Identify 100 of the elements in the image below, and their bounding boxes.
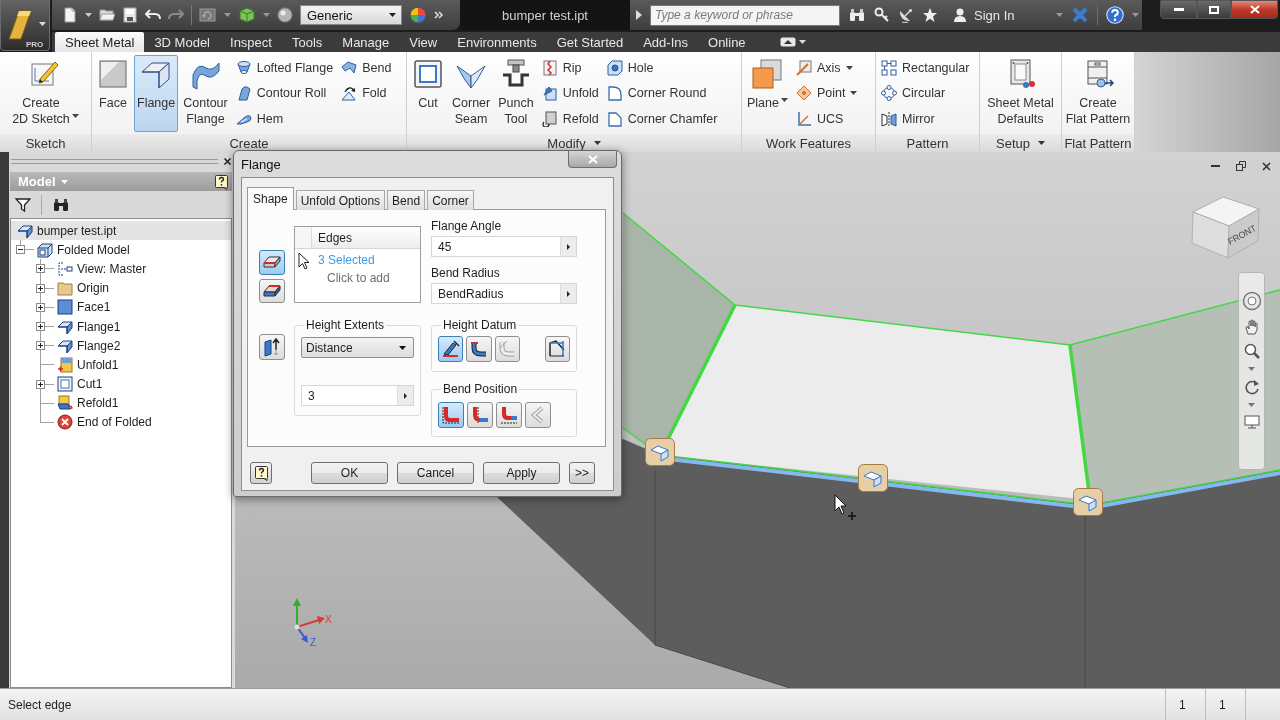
ribbon-button[interactable]: Face (94, 55, 132, 132)
ribbon-toggle-icon[interactable] (779, 37, 796, 47)
ribbon-button[interactable]: Sheet Metal Defaults (984, 55, 1057, 132)
expand-icon[interactable] (36, 341, 45, 351)
option-button[interactable] (466, 336, 492, 362)
ribbon-button[interactable]: Corner Chamfer (603, 106, 721, 132)
dialog-tab[interactable]: Shape (247, 187, 294, 210)
ribbon-button[interactable]: Axis (793, 55, 861, 81)
sign-in-button[interactable]: Sign In (952, 7, 1015, 23)
ribbon-tab[interactable]: Get Started (546, 32, 634, 52)
help-icon[interactable] (214, 173, 229, 190)
zoom-icon[interactable] (1243, 343, 1260, 359)
tree-item[interactable]: Origin (76, 280, 110, 297)
flip-direction-button[interactable] (259, 334, 285, 360)
ribbon-tab[interactable]: Tools (281, 32, 333, 52)
option-button[interactable] (438, 336, 464, 362)
ribbon-button[interactable]: Bend (338, 55, 395, 81)
circular-arrow-icon[interactable] (1243, 379, 1260, 395)
flyout-button[interactable] (397, 386, 413, 405)
ribbon-button[interactable]: Corner Seam (449, 55, 494, 132)
help-button[interactable] (250, 462, 272, 484)
star-icon[interactable] (922, 7, 938, 23)
option-button[interactable] (544, 336, 570, 362)
apply-button[interactable]: Apply (483, 462, 560, 484)
cube-icon[interactable] (238, 6, 256, 24)
edge-selector-button[interactable] (259, 250, 285, 275)
ribbon-tab[interactable]: Manage (332, 32, 400, 52)
height-extents-dropdown[interactable]: Distance (301, 337, 414, 358)
ribbon-tab[interactable]: Inspect (220, 32, 282, 52)
pan-hand-icon[interactable] (1243, 319, 1260, 335)
help-icon[interactable] (1106, 6, 1125, 24)
ribbon-button[interactable]: Hole (603, 55, 721, 81)
ribbon-button[interactable]: Cut (409, 55, 447, 132)
tree-item[interactable]: End of Folded (76, 414, 153, 431)
dialog-tab[interactable]: Corner (427, 190, 474, 210)
bent-plate-tile-icon[interactable] (1073, 488, 1103, 516)
double-chevron-icon[interactable] (434, 10, 444, 20)
expand-arrow-icon[interactable] (636, 10, 642, 20)
ribbon-button[interactable]: Hem (232, 106, 337, 132)
more-options-button[interactable]: >> (569, 462, 595, 484)
ribbon-button[interactable]: Contour Roll (232, 80, 337, 106)
ribbon-button[interactable]: Fold (338, 80, 395, 106)
edges-list[interactable]: Edges 3 Selected Click to add (294, 226, 421, 303)
tree-item[interactable]: View: Master (76, 260, 148, 277)
flyout-button[interactable] (560, 237, 576, 256)
expand-icon[interactable] (36, 322, 45, 332)
expand-icon[interactable] (36, 283, 45, 293)
expand-icon[interactable] (36, 379, 45, 389)
height-value-field[interactable]: 3 (301, 385, 414, 406)
tree-item[interactable]: Unfold1 (76, 356, 120, 373)
ribbon-button[interactable]: Rectangular (878, 55, 973, 81)
new-file-icon[interactable] (62, 7, 78, 23)
expand-icon[interactable] (36, 302, 45, 312)
expand-icon[interactable] (36, 264, 45, 274)
ribbon-button[interactable]: Create 2D Sketch (9, 55, 82, 132)
monitor-icon[interactable] (1243, 415, 1260, 429)
satellite-dish-icon[interactable] (898, 7, 914, 23)
sphere-icon[interactable] (277, 7, 293, 23)
close-icon[interactable] (224, 158, 231, 165)
close-button[interactable] (568, 151, 617, 168)
ribbon-tab[interactable]: Sheet Metal (55, 32, 145, 52)
ribbon-button[interactable]: Create Flat Pattern (1062, 55, 1134, 132)
binoculars-icon[interactable] (848, 7, 866, 23)
maximize-button[interactable] (1197, 0, 1231, 19)
filter-icon[interactable] (15, 196, 31, 213)
key-icon[interactable] (874, 7, 890, 23)
ribbon-button[interactable]: Refold (538, 106, 602, 132)
application-menu-button[interactable]: PRO (0, 0, 50, 51)
ribbon-button[interactable]: Lofted Flange (232, 55, 337, 81)
tree-item[interactable]: bumper test.ipt (36, 222, 118, 239)
ribbon-tab[interactable]: Add-Ins (633, 32, 698, 52)
tree-item[interactable]: Refold1 (76, 395, 120, 412)
ribbon-button[interactable]: Plane (744, 55, 791, 132)
ribbon-tab[interactable]: 3D Model (144, 32, 220, 52)
ribbon-button[interactable]: UCS (793, 106, 861, 132)
ribbon-tab[interactable]: Online (698, 32, 756, 52)
click-to-add-hint[interactable]: Click to add (327, 271, 390, 285)
flyout-button[interactable] (560, 284, 576, 303)
ribbon-button[interactable]: Circular (878, 80, 973, 106)
ribbon-button[interactable]: Mirror (878, 106, 973, 132)
tree-item[interactable]: Folded Model (56, 241, 131, 258)
search-field[interactable]: Type a keyword or phrase (650, 4, 840, 26)
ribbon-button[interactable]: Flange (134, 55, 179, 132)
bend-radius-field[interactable]: BendRadius (431, 283, 577, 304)
dialog-tab[interactable]: Bend (387, 190, 426, 210)
close-icon[interactable] (1262, 161, 1271, 171)
cancel-button[interactable]: Cancel (397, 462, 474, 484)
ribbon-tab[interactable]: View (399, 32, 448, 52)
tree-item[interactable]: Flange1 (76, 318, 122, 335)
edge-selector-button[interactable] (259, 278, 285, 303)
ring-icon[interactable] (1241, 291, 1262, 311)
bent-plate-tile-icon[interactable] (858, 464, 888, 492)
close-button[interactable] (1231, 0, 1278, 19)
collapse-icon[interactable] (16, 245, 25, 255)
ribbon-button[interactable]: Contour Flange (180, 55, 231, 132)
minimize-button[interactable] (1160, 0, 1197, 19)
ribbon-button[interactable]: Rip (538, 55, 602, 81)
ribbon-button[interactable]: Point (793, 80, 861, 106)
binoculars-icon[interactable] (52, 196, 70, 213)
ribbon-tab[interactable]: Environments (447, 32, 547, 52)
